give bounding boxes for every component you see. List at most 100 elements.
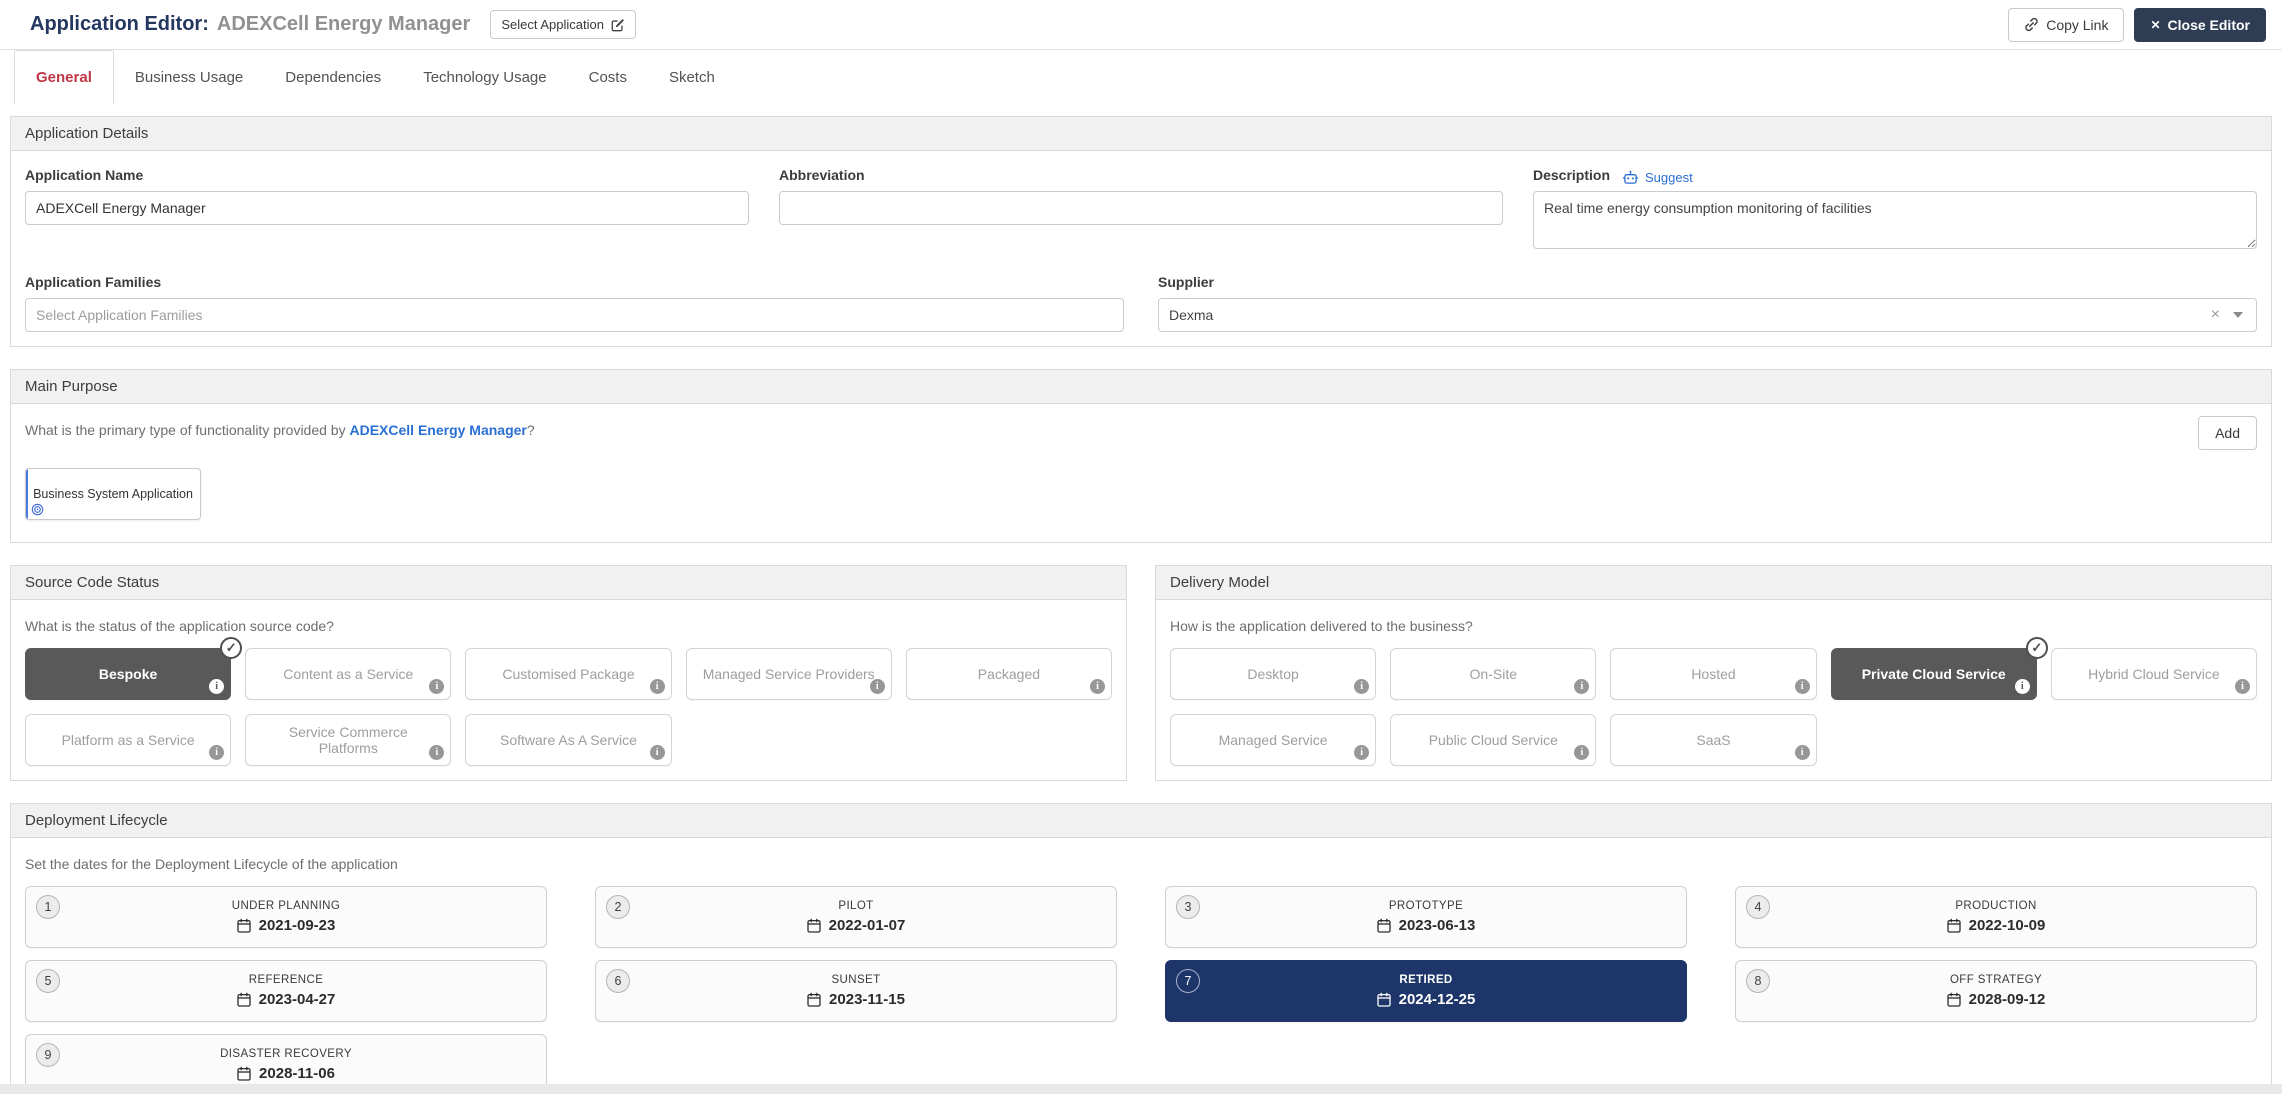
- application-editor-page: Application Editor: ADEXCell Energy Mana…: [0, 0, 2282, 1084]
- tab-sketch[interactable]: Sketch: [648, 50, 736, 104]
- header-actions: Copy Link ✕ Close Editor: [2008, 8, 2266, 42]
- option-hosted[interactable]: Hosted i: [1610, 648, 1816, 700]
- option-bespoke[interactable]: Bespoke i ✓: [25, 648, 231, 700]
- question-prefix: What is the primary type of functionalit…: [25, 422, 349, 438]
- info-icon[interactable]: i: [650, 679, 665, 694]
- lifecycle-card-prototype[interactable]: 3 PROTOTYPE 2023-06-13: [1165, 886, 1687, 948]
- application-name-link[interactable]: ADEXCell Energy Manager: [349, 422, 526, 438]
- info-icon[interactable]: i: [1574, 679, 1589, 694]
- option-managed-service[interactable]: Managed Service i: [1170, 714, 1376, 766]
- option-desktop[interactable]: Desktop i: [1170, 648, 1376, 700]
- option-public-cloud-service[interactable]: Public Cloud Service i: [1390, 714, 1596, 766]
- suggest-button[interactable]: Suggest: [1622, 170, 1693, 185]
- select-application-button[interactable]: Select Application: [490, 10, 636, 39]
- info-icon[interactable]: i: [429, 745, 444, 760]
- lifecycle-card-reference[interactable]: 5 REFERENCE 2023-04-27: [25, 960, 547, 1022]
- phase-number-badge: 4: [1746, 895, 1770, 919]
- info-icon[interactable]: i: [1574, 745, 1589, 760]
- main-purpose-question: What is the primary type of functionalit…: [25, 422, 535, 438]
- lifecycle-card-disaster-recovery[interactable]: 9 DISASTER RECOVERY 2028-11-06: [25, 1034, 547, 1084]
- tab-technology-usage[interactable]: Technology Usage: [402, 50, 567, 104]
- link-icon: [2024, 17, 2039, 32]
- delivery-model-title: Delivery Model: [1156, 566, 2271, 600]
- calendar-icon: [807, 992, 821, 1007]
- option-customised-package[interactable]: Customised Package i: [465, 648, 671, 700]
- tab-business-usage[interactable]: Business Usage: [114, 50, 264, 104]
- option-private-cloud-service[interactable]: Private Cloud Service i ✓: [1831, 648, 2037, 700]
- section-application-details: Application Details Application Name Abb…: [10, 116, 2272, 347]
- option-service-commerce-platforms[interactable]: Service Commerce Platforms i: [245, 714, 451, 766]
- phase-name: UNDER PLANNING: [232, 900, 340, 912]
- description-label: Description: [1533, 167, 1610, 183]
- application-name-label: Application Name: [25, 167, 749, 183]
- calendar-icon: [807, 918, 821, 933]
- option-label: Platform as a Service: [62, 732, 195, 748]
- caret-down-icon[interactable]: [2233, 312, 2243, 318]
- add-button[interactable]: Add: [2198, 416, 2257, 450]
- info-icon[interactable]: i: [1795, 745, 1810, 760]
- info-icon[interactable]: i: [1795, 679, 1810, 694]
- option-label: Hybrid Cloud Service: [2088, 666, 2220, 682]
- option-packaged[interactable]: Packaged i: [906, 648, 1112, 700]
- phase-date-value: 2028-11-06: [259, 1065, 335, 1082]
- phase-number-badge: 1: [36, 895, 60, 919]
- phase-name: RETIRED: [1399, 974, 1452, 986]
- supplier-field: Supplier Dexma ×: [1158, 270, 2257, 332]
- deployment-lifecycle-description: Set the dates for the Deployment Lifecyc…: [25, 856, 2257, 872]
- lifecycle-card-under-planning[interactable]: 1 UNDER PLANNING 2021-09-23: [25, 886, 547, 948]
- lifecycle-card-retired[interactable]: 7 RETIRED 2024-12-25: [1165, 960, 1687, 1022]
- phase-date: 2024-12-25: [1377, 991, 1476, 1008]
- application-families-label: Application Families: [25, 274, 1124, 290]
- lifecycle-card-pilot[interactable]: 2 PILOT 2022-01-07: [595, 886, 1117, 948]
- option-content-as-a-service[interactable]: Content as a Service i: [245, 648, 451, 700]
- section-deployment-lifecycle: Deployment Lifecycle Set the dates for t…: [10, 803, 2272, 1084]
- option-on-site[interactable]: On-Site i: [1390, 648, 1596, 700]
- supplier-select[interactable]: Dexma ×: [1158, 298, 2257, 332]
- phase-date: 2023-04-27: [237, 991, 336, 1008]
- option-hybrid-cloud-service[interactable]: Hybrid Cloud Service i: [2051, 648, 2257, 700]
- application-families-field: Application Families: [25, 270, 1124, 332]
- page-title-application-name: ADEXCell Energy Manager: [217, 13, 470, 36]
- option-platform-as-a-service[interactable]: Platform as a Service i: [25, 714, 231, 766]
- info-icon[interactable]: i: [870, 679, 885, 694]
- tab-dependencies[interactable]: Dependencies: [264, 50, 402, 104]
- question-suffix: ?: [527, 422, 535, 438]
- lifecycle-card-off-strategy[interactable]: 8 OFF STRATEGY 2028-09-12: [1735, 960, 2257, 1022]
- application-name-input[interactable]: [25, 191, 749, 225]
- info-icon[interactable]: i: [429, 679, 444, 694]
- description-textarea[interactable]: Real time energy consumption monitoring …: [1533, 191, 2257, 249]
- source-code-status-question: What is the status of the application so…: [25, 618, 1112, 634]
- option-saas[interactable]: SaaS i: [1610, 714, 1816, 766]
- close-editor-button[interactable]: ✕ Close Editor: [2134, 8, 2266, 42]
- lifecycle-card-production[interactable]: 4 PRODUCTION 2022-10-09: [1735, 886, 2257, 948]
- info-icon[interactable]: i: [650, 745, 665, 760]
- option-software-as-a-service[interactable]: Software As A Service i: [465, 714, 671, 766]
- info-icon[interactable]: i: [1354, 679, 1369, 694]
- abbreviation-input[interactable]: [779, 191, 1503, 225]
- phase-name: SUNSET: [831, 974, 880, 986]
- tab-general[interactable]: General: [14, 50, 114, 104]
- option-label: Public Cloud Service: [1429, 732, 1558, 748]
- info-icon[interactable]: i: [2235, 679, 2250, 694]
- info-icon[interactable]: i: [209, 745, 224, 760]
- application-families-input[interactable]: [25, 298, 1124, 332]
- page-title: Application Editor:: [30, 13, 209, 36]
- tab-costs[interactable]: Costs: [568, 50, 648, 104]
- robot-icon: [1622, 170, 1639, 185]
- main-purpose-selected-chip[interactable]: Business System Application: [25, 468, 201, 520]
- info-icon[interactable]: i: [209, 679, 224, 694]
- phase-date-value: 2023-04-27: [259, 991, 336, 1008]
- copy-link-button[interactable]: Copy Link: [2008, 8, 2124, 42]
- calendar-icon: [237, 918, 251, 933]
- info-icon[interactable]: i: [1090, 679, 1105, 694]
- info-icon[interactable]: i: [1354, 745, 1369, 760]
- lifecycle-card-sunset[interactable]: 6 SUNSET 2023-11-15: [595, 960, 1117, 1022]
- phase-date: 2023-11-15: [807, 991, 905, 1008]
- phase-name: PRODUCTION: [1955, 900, 2036, 912]
- calendar-icon: [1947, 918, 1961, 933]
- clear-icon[interactable]: ×: [2211, 307, 2220, 323]
- option-managed-service-providers[interactable]: Managed Service Providers i: [686, 648, 892, 700]
- phase-name: PROTOTYPE: [1389, 900, 1463, 912]
- section-delivery-model: Delivery Model How is the application de…: [1155, 565, 2272, 781]
- info-icon[interactable]: i: [2015, 679, 2030, 694]
